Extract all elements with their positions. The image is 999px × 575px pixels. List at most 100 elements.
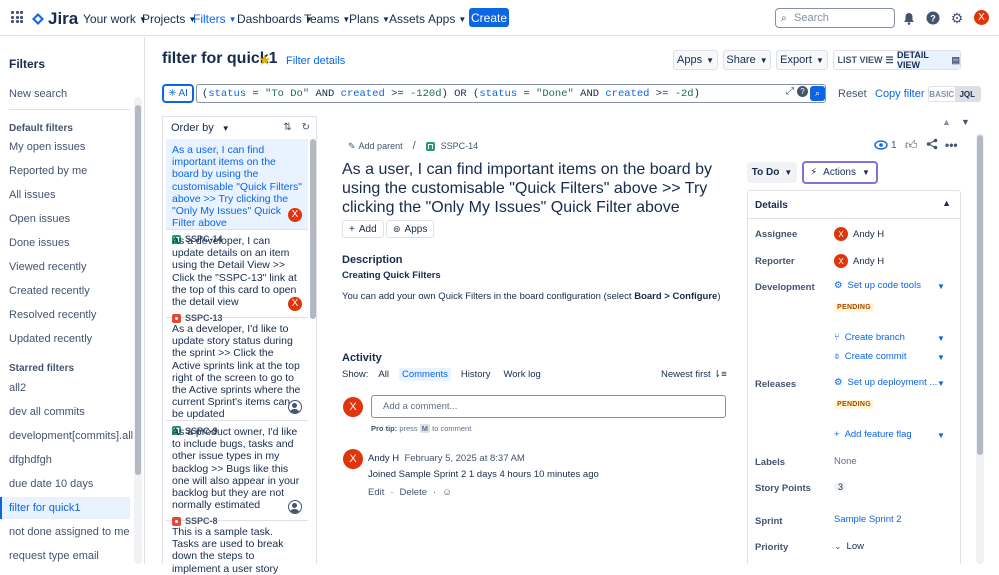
menu-assets[interactable]: Assets <box>389 12 425 26</box>
chevron-down-icon[interactable]: ▼ <box>937 353 945 362</box>
sidebar-item-all-issues[interactable]: All issues <box>0 184 130 206</box>
refresh-icon[interactable]: ↻ <box>302 122 310 133</box>
issue-card[interactable]: This is a sample task. Tasks are used to… <box>166 521 308 575</box>
user-avatar[interactable]: X <box>974 10 989 25</box>
scrollbar-thumb[interactable] <box>135 105 141 475</box>
apps-issue-button[interactable]: ⊚ Apps <box>386 220 435 238</box>
sidebar-item-viewed-recently[interactable]: Viewed recently <box>0 256 130 278</box>
sidebar-item-starred[interactable]: not done assigned to me <box>0 521 130 543</box>
sidebar-item-starred[interactable]: dfghdfgh <box>0 449 130 471</box>
sidebar-item-reported-by-me[interactable]: Reported by me <box>0 160 130 182</box>
issue-key-link[interactable]: SSPC-14 <box>441 141 479 151</box>
sidebar-item-new-search[interactable]: New search <box>0 83 130 105</box>
sidebar-item-my-open-issues[interactable]: My open issues <box>0 136 130 158</box>
menu-dashboards[interactable]: Dashboards ▼ <box>237 12 313 26</box>
menu-apps[interactable]: Apps ▼ <box>428 12 466 26</box>
sort-icon[interactable]: ⇅ <box>283 122 291 133</box>
story-points-field[interactable]: 3 <box>834 482 848 492</box>
star-icon[interactable]: ★ <box>258 51 271 69</box>
create-button[interactable]: Create <box>469 8 509 27</box>
setup-code-tools-link[interactable]: ⚙ Set up code tools <box>834 280 921 291</box>
add-parent-button[interactable]: ✎ Add parent <box>348 141 403 152</box>
app-switcher-icon[interactable] <box>11 11 23 23</box>
jql-mode[interactable]: JQL <box>954 87 980 101</box>
sidebar-item-done-issues[interactable]: Done issues <box>0 232 130 254</box>
actions-button[interactable]: ⚡︎ Actions ▼ <box>802 161 878 184</box>
menu-your-work[interactable]: Your work ▼ <box>83 12 147 26</box>
share-icon[interactable] <box>926 138 938 150</box>
tab-history[interactable]: History <box>458 368 494 381</box>
status-dropdown[interactable]: To Do ▼ <box>747 162 797 183</box>
issue-card[interactable]: As a product owner, I'd like to include … <box>166 421 308 526</box>
create-commit-link[interactable]: ⌽ Create commit <box>834 351 906 362</box>
jql-help-icon[interactable]: ? <box>797 86 808 97</box>
sidebar-item-open-issues[interactable]: Open issues <box>0 208 130 230</box>
order-by-button[interactable]: Order by ▼ <box>171 122 230 134</box>
assignee-field[interactable]: X Andy H <box>834 227 884 241</box>
create-branch-link[interactable]: ⑂ Create branch <box>834 332 905 343</box>
settings-gear-icon[interactable]: ⚙ <box>949 10 965 26</box>
sidebar-item-starred[interactable]: due date 10 days <box>0 473 130 495</box>
sidebar-item-updated-recently[interactable]: Updated recently <box>0 328 130 350</box>
detail-scrollbar[interactable] <box>976 133 984 564</box>
apps-button[interactable]: Apps ▼ <box>673 50 718 70</box>
sidebar-item-starred[interactable]: development[commits].all <box>0 425 133 447</box>
like-icon[interactable]: 👍︎ <box>905 138 918 153</box>
issue-card-selected[interactable]: As a user, I can find important items on… <box>166 139 308 244</box>
emoji-reaction-icon[interactable]: ☺ <box>442 487 452 498</box>
description-text[interactable]: You can add your own Quick Filters in th… <box>342 291 721 302</box>
next-issue-icon[interactable]: ▼ <box>961 117 970 127</box>
setup-deployment-link[interactable]: ⚙ Set up deployment ... <box>834 377 937 388</box>
basic-mode[interactable]: BASIC <box>929 87 955 101</box>
jql-input[interactable]: (status = "To Do" AND created >= -120d) … <box>196 84 826 103</box>
export-button[interactable]: Export ▼ <box>776 50 828 70</box>
copy-filter-button[interactable]: Copy filter <box>875 88 925 100</box>
sprint-value[interactable]: Sample Sprint 2 <box>834 514 902 525</box>
sidebar-item-created-recently[interactable]: Created recently <box>0 280 130 302</box>
sort-order-button[interactable]: Newest first ⇂≡ <box>661 369 727 380</box>
sidebar-scrollbar[interactable] <box>134 97 142 564</box>
help-icon[interactable]: ? <box>925 10 941 26</box>
notifications-icon[interactable] <box>901 10 917 26</box>
comment-author[interactable]: Andy H <box>368 453 399 464</box>
tab-comments[interactable]: Comments <box>398 368 451 381</box>
collapse-icon[interactable]: ▲ <box>942 198 951 208</box>
issue-title[interactable]: As a user, I can find important items on… <box>342 160 722 217</box>
menu-teams[interactable]: Teams ▼ <box>304 12 350 26</box>
menu-projects[interactable]: Projects ▼ <box>142 12 196 26</box>
search-query-button[interactable]: ⌕ <box>810 86 825 101</box>
list-view-option[interactable]: LIST VIEW ☰ <box>834 51 897 69</box>
more-options-icon[interactable]: ••• <box>945 138 958 152</box>
sidebar-item-starred[interactable]: dev all commits <box>0 401 130 423</box>
sidebar-item-starred[interactable]: all2 <box>0 377 130 399</box>
share-button[interactable]: Share ▼ <box>723 50 771 70</box>
chevron-down-icon[interactable]: ▼ <box>937 334 945 343</box>
edit-comment-button[interactable]: Edit <box>368 487 384 498</box>
menu-plans[interactable]: Plans ▼ <box>349 12 390 26</box>
issue-card[interactable]: As a developer, I'd like to update story… <box>166 318 308 436</box>
jira-logo[interactable]: Jira <box>31 9 78 29</box>
priority-field[interactable]: ⌄ Low <box>834 541 864 552</box>
chevron-down-icon[interactable]: ▼ <box>937 431 945 440</box>
labels-value[interactable]: None <box>834 456 857 467</box>
reset-button[interactable]: Reset <box>838 88 867 100</box>
scrollbar-thumb[interactable] <box>977 135 983 455</box>
add-button[interactable]: + Add <box>342 220 384 238</box>
sidebar-item-resolved-recently[interactable]: Resolved recently <box>0 304 130 326</box>
watch-button[interactable]: 1 <box>874 138 897 152</box>
filter-details-link[interactable]: Filter details <box>286 55 345 67</box>
menu-filters[interactable]: Filters ▼ <box>193 12 237 26</box>
reporter-field[interactable]: X Andy H <box>834 254 884 268</box>
tab-all[interactable]: All <box>375 368 392 381</box>
chevron-down-icon[interactable]: ▼ <box>937 379 945 388</box>
search-input[interactable]: ⌕ Search <box>775 8 895 28</box>
list-scrollbar[interactable] <box>310 139 316 319</box>
issue-card[interactable]: As a developer, I can update details on … <box>166 230 308 323</box>
comment-input[interactable]: Add a comment... <box>371 395 726 418</box>
detail-view-option[interactable]: DETAIL VIEW ▤ <box>897 50 960 70</box>
sidebar-item-starred-selected[interactable]: filter for quick1 <box>0 497 130 519</box>
previous-issue-icon[interactable]: ▲ <box>942 117 951 127</box>
add-feature-flag-link[interactable]: + Add feature flag <box>834 429 912 440</box>
ai-button[interactable]: ✳ AI <box>162 84 194 103</box>
tab-work-log[interactable]: Work log <box>500 368 543 381</box>
